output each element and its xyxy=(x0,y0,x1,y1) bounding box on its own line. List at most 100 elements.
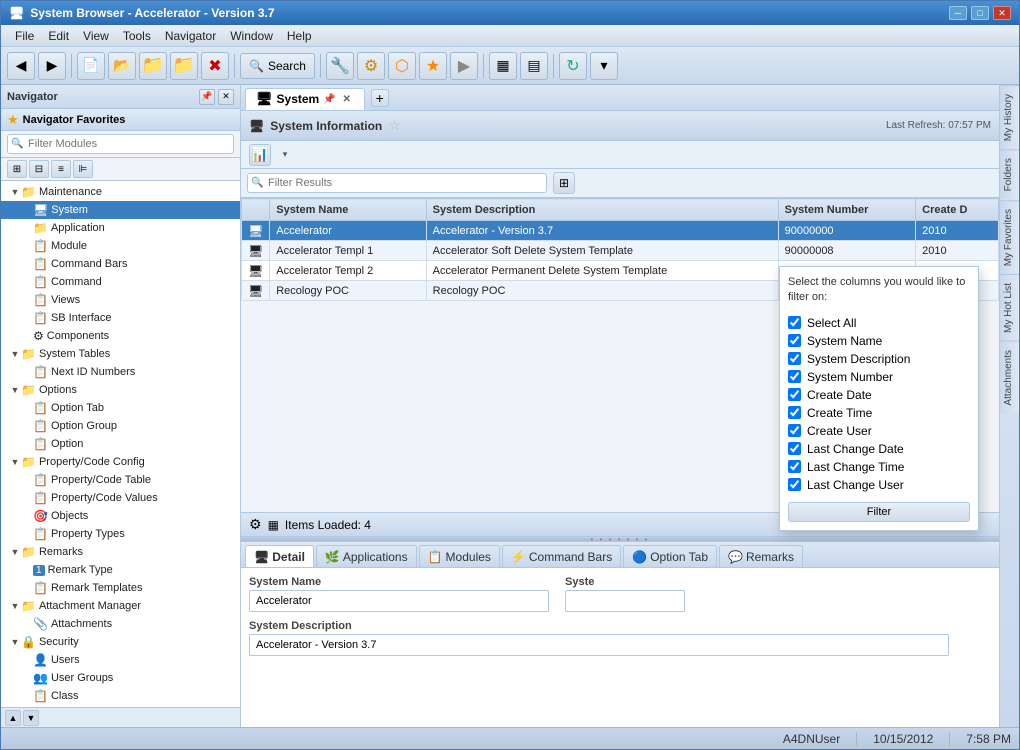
col-filter-item-system-description[interactable]: System Description xyxy=(788,350,970,368)
menu-navigator[interactable]: Navigator xyxy=(159,27,222,45)
view-large-icon-button[interactable]: ⊞ xyxy=(7,160,27,178)
col-filter-checkbox-last-change-time[interactable] xyxy=(788,460,801,473)
menu-view[interactable]: View xyxy=(77,27,115,45)
col-filter-item-last-change-user[interactable]: Last Change User xyxy=(788,476,970,494)
tree-item-sb-interface[interactable]: 📋 SB Interface xyxy=(1,309,240,327)
view-detail-button[interactable]: ⊫ xyxy=(73,160,93,178)
tree-item-option-tab[interactable]: 📋 Option Tab xyxy=(1,399,240,417)
tree-item-property-code-config[interactable]: ▼ 📁 Property/Code Config xyxy=(1,453,240,471)
tree-item-options[interactable]: ▼ 📁 Options xyxy=(1,381,240,399)
col-filter-item-last-change-time[interactable]: Last Change Time xyxy=(788,458,970,476)
menu-help[interactable]: Help xyxy=(281,27,318,45)
col-filter-checkbox-select-all[interactable] xyxy=(788,316,801,329)
tree-item-users[interactable]: 👤 Users xyxy=(1,651,240,669)
folder2-button[interactable]: 📁 xyxy=(170,52,198,80)
tree-item-property-code-table[interactable]: 📋 Property/Code Table xyxy=(1,471,240,489)
col-filter-item-create-user[interactable]: Create User xyxy=(788,422,970,440)
table-row[interactable]: 🖥 Accelerator Templ 1 Accelerator Soft D… xyxy=(242,241,999,261)
tree-item-maintenance[interactable]: ▼ 📁 Maintenance xyxy=(1,183,240,201)
filter-dropdown-button[interactable]: ▾ xyxy=(277,147,293,163)
tab-system[interactable]: 🖥 System 📌 ✕ xyxy=(245,88,365,110)
close-button[interactable]: ✕ xyxy=(993,6,1011,20)
column-filter-button[interactable]: ⊞ xyxy=(553,172,575,194)
col-filter-item-select-all[interactable]: Select All xyxy=(788,314,970,332)
tree-item-next-id[interactable]: 📋 Next ID Numbers xyxy=(1,363,240,381)
folder-button[interactable]: 📁 xyxy=(139,52,167,80)
column-filter-apply-button[interactable]: Filter xyxy=(788,502,970,522)
grid1-button[interactable]: ▦ xyxy=(489,52,517,80)
system-number-input[interactable] xyxy=(565,590,685,612)
tree-item-remark-templates[interactable]: 📋 Remark Templates xyxy=(1,579,240,597)
back-button[interactable]: ◀ xyxy=(7,52,35,80)
menu-file[interactable]: File xyxy=(9,27,40,45)
tree-item-components[interactable]: ⚙ Components xyxy=(1,327,240,345)
view-list-button[interactable]: ≡ xyxy=(51,160,71,178)
detail-tab-detail[interactable]: 🖥 Detail xyxy=(245,545,314,567)
status-gear-icon[interactable]: ⚙ xyxy=(249,516,262,533)
grid-col-system-description[interactable]: System Description xyxy=(426,199,778,221)
delete-button[interactable]: ✖ xyxy=(201,52,229,80)
col-filter-item-system-number[interactable]: System Number xyxy=(788,368,970,386)
tree-item-command-bars[interactable]: 📋 Command Bars xyxy=(1,255,240,273)
open-button[interactable]: 📂 xyxy=(108,52,136,80)
col-filter-checkbox-system-number[interactable] xyxy=(788,370,801,383)
right-tab-my-favorites[interactable]: My Favorites xyxy=(1000,200,1019,274)
grid-filter-input[interactable] xyxy=(247,173,547,193)
favorite-star-icon[interactable]: ☆ xyxy=(388,117,401,134)
module-filter-input[interactable] xyxy=(7,134,234,154)
tree-item-attachments[interactable]: 📎 Attachments xyxy=(1,615,240,633)
grid-col-system-name[interactable]: System Name xyxy=(270,199,426,221)
detail-tab-applications[interactable]: 🌿 Applications xyxy=(316,545,417,567)
tree-item-system[interactable]: 🖥 System xyxy=(1,201,240,219)
tree-item-application[interactable]: 📁 Application xyxy=(1,219,240,237)
detail-tab-command-bars[interactable]: ⚡ Command Bars xyxy=(502,545,621,567)
right-tab-attachments[interactable]: Attachments xyxy=(1000,341,1019,414)
detail-tab-remarks[interactable]: 💬 Remarks xyxy=(719,545,803,567)
tree-item-objects[interactable]: 🎯 Objects xyxy=(1,507,240,525)
tree-item-user-groups[interactable]: 👥 User Groups xyxy=(1,669,240,687)
col-filter-item-last-change-date[interactable]: Last Change Date xyxy=(788,440,970,458)
col-filter-checkbox-last-change-date[interactable] xyxy=(788,442,801,455)
col-filter-checkbox-last-change-user[interactable] xyxy=(788,478,801,491)
grid2-button[interactable]: ▤ xyxy=(520,52,548,80)
col-filter-checkbox-system-description[interactable] xyxy=(788,352,801,365)
col-filter-checkbox-create-user[interactable] xyxy=(788,424,801,437)
tree-item-views[interactable]: 📋 Views xyxy=(1,291,240,309)
system-name-input[interactable] xyxy=(249,590,549,612)
right-tab-folders[interactable]: Folders xyxy=(1000,149,1019,199)
new-button[interactable]: 📄 xyxy=(77,52,105,80)
tool1-button[interactable]: 🔧 xyxy=(326,52,354,80)
tree-item-property-code-values[interactable]: 📋 Property/Code Values xyxy=(1,489,240,507)
tree-item-class[interactable]: 📋 Class xyxy=(1,687,240,705)
table-row[interactable]: 🖥 Accelerator Accelerator - Version 3.7 … xyxy=(242,221,999,241)
search-button[interactable]: 🔍 Search xyxy=(240,53,315,79)
tree-item-property-types[interactable]: 📋 Property Types xyxy=(1,525,240,543)
excel-export-button[interactable]: 📊 xyxy=(249,144,271,166)
col-filter-item-create-date[interactable]: Create Date xyxy=(788,386,970,404)
refresh-button[interactable]: ↻ xyxy=(559,52,587,80)
sidebar-close-button[interactable]: ✕ xyxy=(218,89,234,105)
right-tab-my-history[interactable]: My History xyxy=(1000,85,1019,149)
tool2-button[interactable]: ⚙ xyxy=(357,52,385,80)
system-description-input[interactable] xyxy=(249,634,949,656)
dropdown-button[interactable]: ▾ xyxy=(590,52,618,80)
tree-item-remarks[interactable]: ▼ 📁 Remarks xyxy=(1,543,240,561)
col-filter-checkbox-system-name[interactable] xyxy=(788,334,801,347)
grid-col-system-number[interactable]: System Number xyxy=(778,199,916,221)
tree-item-system-tables[interactable]: ▼ 📁 System Tables xyxy=(1,345,240,363)
minimize-button[interactable]: ─ xyxy=(949,6,967,20)
forward-button[interactable]: ▶ xyxy=(38,52,66,80)
tree-item-option-group[interactable]: 📋 Option Group xyxy=(1,417,240,435)
menu-edit[interactable]: Edit xyxy=(42,27,75,45)
tool4-button[interactable]: ★ xyxy=(419,52,447,80)
tool5-button[interactable]: ▶ xyxy=(450,52,478,80)
menu-tools[interactable]: Tools xyxy=(117,27,157,45)
menu-window[interactable]: Window xyxy=(224,27,279,45)
tree-item-option[interactable]: 📋 Option xyxy=(1,435,240,453)
sidebar-pin-button[interactable]: 📌 xyxy=(199,89,215,105)
col-filter-item-create-time[interactable]: Create Time xyxy=(788,404,970,422)
col-filter-checkbox-create-date[interactable] xyxy=(788,388,801,401)
grid-col-create-date[interactable]: Create D xyxy=(916,199,999,221)
tree-item-command[interactable]: 📋 Command xyxy=(1,273,240,291)
detail-tab-modules[interactable]: 📋 Modules xyxy=(419,545,500,567)
